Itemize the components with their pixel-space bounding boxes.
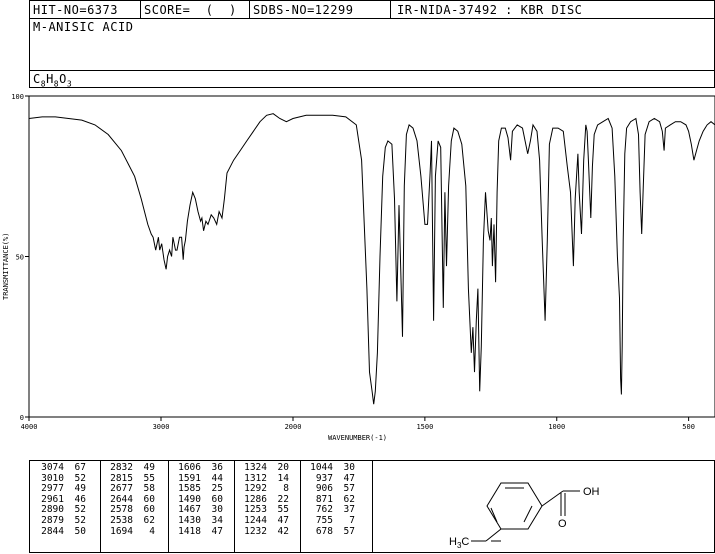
peak-row: 1232 42 [237,525,291,538]
y-tick-label: 0 [20,414,24,422]
peak-wavenumber: 1694 [110,525,133,537]
plot-frame [28,95,715,418]
peak-transmittance: 47 [211,525,223,537]
peak-wavenumber: 755 [315,514,333,526]
peak-transmittance: 52 [74,514,86,526]
peak-transmittance: 42 [277,525,289,537]
h3c-label: H3C [449,536,469,550]
peak-wavenumber: 1430 [178,514,201,526]
x-tick-label: 1500 [416,423,433,431]
peak-transmittance: 50 [74,525,86,537]
x-tick-label: 2000 [285,423,302,431]
carboxyl-bond [541,490,564,507]
x-tick-label: 3000 [153,423,170,431]
peak-transmittance: 36 [211,462,223,473]
peak-row: 1694 4 [103,525,157,538]
ir-spectrum-chart: 100500 4000 3000 2000 1500 1000 500 WAVENUMBE… [2,93,715,442]
peak-row: 755 7 [303,514,357,527]
x-tick-label: 1000 [548,423,565,431]
peak-row: 2832 49 [103,462,157,474]
peak-transmittance: 57 [343,525,355,537]
peak-row: 1430 34 [171,514,225,527]
peak-transmittance: 49 [143,462,155,473]
peak-column: 1324 20 1312 14 1292 8 1286 22 1253 55 1244 47 1232 4… [237,462,291,538]
structure-box: OH O H3C [372,460,715,553]
peak-wavenumber: 1244 [244,514,267,526]
peak-wavenumber: 1418 [178,525,201,537]
peak-wavenumber: 1606 [178,462,201,473]
peak-row: 2538 62 [103,514,157,527]
peak-transmittance: 34 [211,514,223,526]
x-tick-label: 4000 [21,423,38,431]
methoxy-bond [485,528,502,542]
peak-column: 1606 36 1591 44 1585 25 1490 60 1467 30 1430 34 1418… [171,462,225,538]
peak-wavenumber: 2538 [110,514,133,526]
peak-transmittance: 47 [277,514,289,526]
peak-transmittance: 20 [277,462,289,473]
peak-row: 678 57 [303,525,357,538]
peak-wavenumber: 1232 [244,525,267,537]
peak-row: 1044 30 [303,462,357,474]
oh-label: OH [583,486,600,498]
peak-transmittance: 67 [74,462,86,473]
peak-column: 1044 30 937 47 906 57 871 62 762 37 755 7 678 57 [303,462,357,538]
peak-column: 3074 67 3010 52 2977 49 2961 46 2890 52 2879 52 2844… [34,462,88,538]
peak-wavenumber: 2844 [41,525,64,537]
peak-transmittance: 62 [143,514,155,526]
peak-column: 2832 49 2815 55 2677 58 2644 60 2578 60 2538 62 1694… [103,462,157,538]
peak-transmittance: 30 [343,462,355,473]
carbonyl-o-label: O [558,518,567,530]
peak-wavenumber: 678 [315,525,333,537]
peak-wavenumber: 2832 [110,462,133,473]
peak-wavenumber: 1324 [244,462,267,473]
peak-row: 1418 47 [171,525,225,538]
peak-row: 1324 20 [237,462,291,474]
peak-wavenumber: 1044 [310,462,333,473]
y-tick-label: 50 [16,254,24,262]
spectrum-line [28,113,715,405]
peak-table-box: 3074 67 3010 52 2977 49 2961 46 2890 52 2879 52 2844… [29,460,373,553]
benzene-ring [486,482,543,530]
peak-wavenumber: 2879 [41,514,64,526]
peak-wavenumber: 3074 [41,462,64,473]
y-axis-label: TRANSMITTANCE(%) [2,233,10,300]
peak-row: 1606 36 [171,462,225,474]
peak-row: 1244 47 [237,514,291,527]
peak-transmittance: 4 [149,525,155,537]
peak-row: 3074 67 [34,462,88,474]
peak-transmittance: 7 [349,514,355,526]
y-tick-label: 100 [11,93,24,101]
x-axis-label: WAVENUMBER(-1) [328,434,387,442]
peak-row: 2879 52 [34,514,88,527]
peak-row: 2844 50 [34,525,88,538]
molecular-structure: OH O H3C [449,482,600,550]
x-tick-label: 500 [682,423,695,431]
